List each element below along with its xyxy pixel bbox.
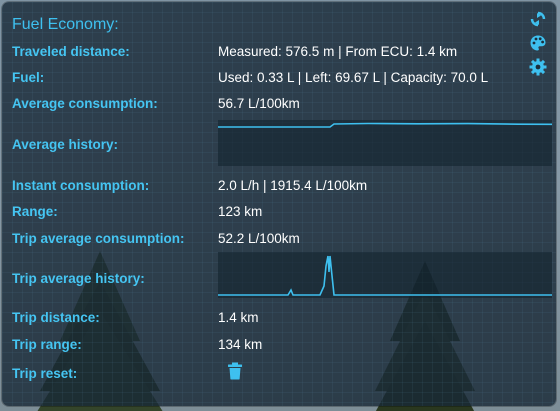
value-trip-average-consumption: 52.2 L/100km: [218, 231, 300, 246]
gear-icon[interactable]: [529, 58, 547, 76]
value-trip-range: 134 km: [218, 337, 263, 352]
panel-toolbar: [529, 10, 549, 82]
trip-average-history-graph: [218, 252, 552, 298]
value-average-consumption: 56.7 L/100km: [218, 96, 300, 111]
average-history-graph: [218, 120, 553, 166]
refresh-icon[interactable]: [529, 10, 547, 28]
value-range: 123 km: [218, 204, 263, 219]
value-traveled-distance: Measured: 576.5 m | From ECU: 1.4 km: [218, 44, 458, 59]
label-trip-reset: Trip reset:: [12, 366, 78, 381]
label-average-consumption: Average consumption:: [12, 96, 158, 111]
label-range: Range:: [12, 204, 58, 219]
label-instant-consumption: Instant consumption:: [12, 178, 150, 193]
label-trip-average-history: Trip average history:: [12, 271, 145, 286]
label-traveled-distance: Traveled distance:: [12, 44, 130, 59]
average-history-line: [218, 122, 553, 128]
label-trip-distance: Trip distance:: [12, 310, 100, 325]
value-trip-distance: 1.4 km: [218, 310, 259, 325]
label-fuel: Fuel:: [12, 70, 45, 85]
value-fuel: Used: 0.33 L | Left: 69.67 L | Capacity:…: [218, 70, 489, 85]
trip-average-history-line: [218, 255, 552, 296]
label-trip-average-consumption: Trip average consumption:: [12, 231, 185, 246]
label-trip-range: Trip range:: [12, 337, 82, 352]
label-average-history: Average history:: [12, 137, 119, 152]
fuel-economy-panel: Fuel Economy: Traveled distance: Measure…: [2, 2, 556, 406]
value-instant-consumption: 2.0 L/h | 1915.4 L/100km: [218, 178, 368, 193]
palette-icon[interactable]: [529, 34, 547, 52]
trash-icon[interactable]: [227, 362, 243, 380]
panel-title: Fuel Economy:: [12, 16, 119, 33]
